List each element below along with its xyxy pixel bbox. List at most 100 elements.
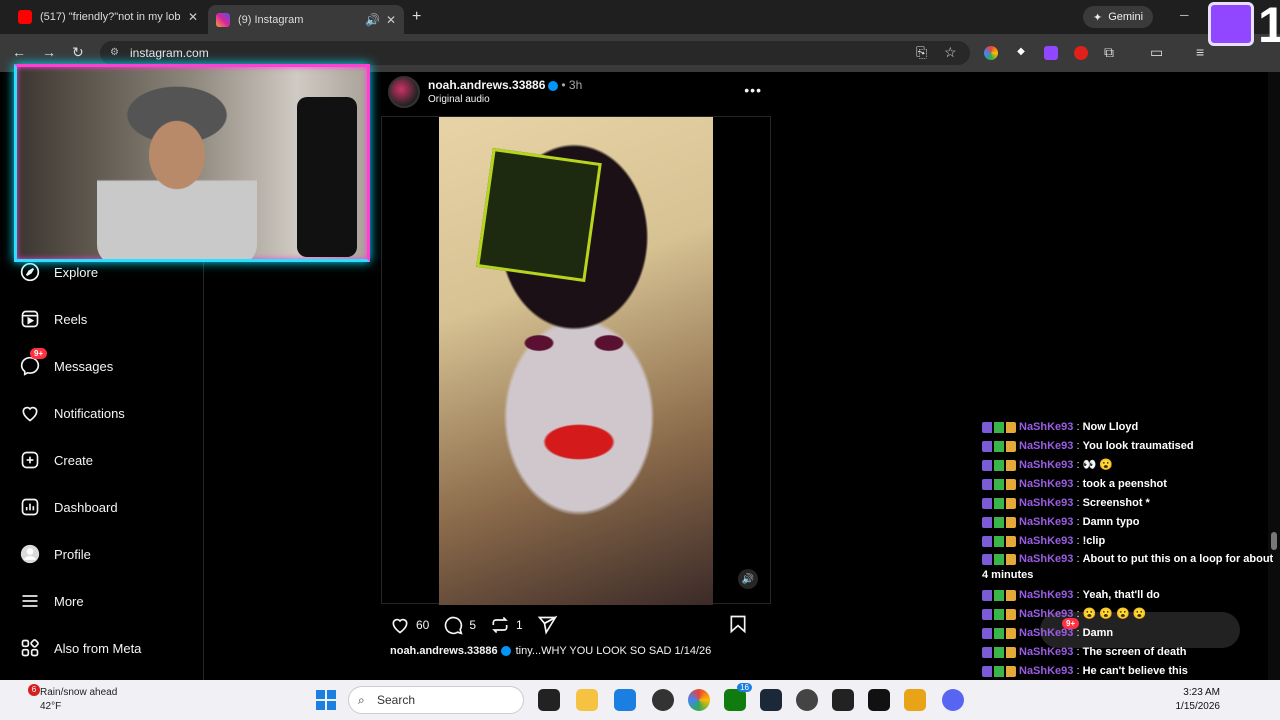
close-tab-icon[interactable]: ✕ bbox=[386, 13, 396, 27]
task-view-icon[interactable] bbox=[538, 689, 560, 711]
dashboard-icon bbox=[20, 497, 40, 517]
sidebar-item-more[interactable]: More bbox=[20, 591, 84, 611]
chat-username[interactable]: NaShKe93 bbox=[1019, 459, 1073, 471]
chat-message: NaShKe93 : 👀 😮 bbox=[982, 456, 1274, 475]
meta-apps-icon bbox=[20, 638, 40, 658]
close-tab-icon[interactable]: ✕ bbox=[188, 10, 198, 24]
repost-icon bbox=[492, 616, 508, 634]
gemini-button[interactable]: ✦ Gemini bbox=[1083, 6, 1154, 28]
tab-instagram[interactable]: (9) Instagram 🔊 ✕ bbox=[208, 5, 404, 34]
sidebar-item-explore[interactable]: Explore bbox=[20, 262, 98, 282]
twitch-extension-icon[interactable] bbox=[1044, 46, 1058, 60]
sidebar-item-label: Reels bbox=[54, 311, 88, 327]
extension-icon[interactable] bbox=[984, 46, 998, 60]
speaker-icon[interactable]: 🔊 bbox=[365, 13, 380, 27]
file-explorer-icon[interactable] bbox=[576, 689, 598, 711]
chat-username[interactable]: NaShKe93 bbox=[1019, 589, 1073, 601]
site-info-icon[interactable]: ⚙ bbox=[110, 47, 119, 58]
chat-username[interactable]: NaShKe93 bbox=[1019, 553, 1073, 565]
chat-username[interactable]: NaShKe93 bbox=[1019, 646, 1073, 658]
more-options-icon[interactable]: ••• bbox=[744, 82, 762, 98]
sidebar-item-messages[interactable]: 9+ Messages bbox=[20, 348, 113, 376]
install-app-icon[interactable]: ⎘ bbox=[916, 44, 927, 61]
chat-username[interactable]: NaShKe93 bbox=[1019, 497, 1073, 509]
sidebar-item-create[interactable]: Create bbox=[20, 450, 93, 470]
send-icon bbox=[537, 615, 557, 635]
sidebar-item-dashboard[interactable]: Dashboard bbox=[20, 497, 118, 517]
like-button[interactable]: 60 bbox=[390, 615, 429, 635]
windows-start-icon[interactable] bbox=[316, 690, 336, 710]
caption-username[interactable]: noah.andrews.33886 bbox=[390, 645, 498, 657]
comment-icon bbox=[445, 616, 463, 635]
sidebar-item-also-from-meta[interactable]: Also from Meta bbox=[20, 638, 141, 658]
chat-message: NaShKe93 : !clip bbox=[982, 532, 1274, 551]
forward-icon[interactable]: → bbox=[42, 44, 56, 60]
chat-text: 👀 😮 bbox=[1082, 459, 1114, 471]
plus-square-icon bbox=[20, 450, 40, 470]
tab-youtube[interactable]: (517) "friendly?"not in my lobby ✕ bbox=[10, 5, 206, 29]
chat-username[interactable]: NaShKe93 bbox=[1019, 516, 1073, 528]
caption-text: tiny...WHY YOU LOOK SO SAD 1/14/26 bbox=[515, 645, 712, 657]
minimize-icon[interactable]: ─ bbox=[1180, 8, 1189, 22]
comment-button[interactable]: 5 bbox=[443, 615, 476, 635]
puzzle-icon[interactable]: ⧉ bbox=[1104, 44, 1114, 61]
twitch-logo-icon bbox=[1208, 2, 1254, 46]
chrome-icon[interactable] bbox=[688, 689, 710, 711]
rockstar-icon[interactable] bbox=[904, 689, 926, 711]
sidebar-icon[interactable]: ▭ bbox=[1150, 44, 1163, 61]
store-icon[interactable] bbox=[614, 689, 636, 711]
audio-toggle-icon[interactable]: 🔊 bbox=[738, 569, 758, 589]
bookmark-star-icon[interactable]: ☆ bbox=[944, 44, 957, 61]
chat-username[interactable]: NaShKe93 bbox=[1019, 608, 1073, 620]
steam-icon[interactable] bbox=[760, 689, 782, 711]
chat-text: Now Lloyd bbox=[1082, 421, 1139, 433]
chat-username[interactable]: NaShKe93 bbox=[1019, 421, 1073, 433]
bookmark-icon bbox=[730, 615, 746, 634]
chat-message: NaShKe93 : 😮 😮 😮 😮 bbox=[982, 605, 1274, 624]
chat-username[interactable]: NaShKe93 bbox=[1019, 665, 1073, 677]
system-clock[interactable]: 3:23 AM 1/15/2026 bbox=[1176, 686, 1221, 714]
reading-list-icon[interactable]: ≡ bbox=[1196, 44, 1204, 60]
repost-button[interactable]: 1 bbox=[490, 615, 523, 635]
chat-username[interactable]: NaShKe93 bbox=[1019, 627, 1073, 639]
new-tab-button[interactable]: + bbox=[412, 8, 421, 26]
sidebar-item-profile[interactable]: Profile bbox=[20, 544, 91, 564]
extension-icon[interactable] bbox=[1074, 46, 1088, 60]
epic-games-icon[interactable] bbox=[868, 689, 890, 711]
xbox-icon[interactable]: 16 bbox=[724, 683, 752, 711]
chat-text: Damn bbox=[1082, 627, 1114, 639]
ubisoft-icon[interactable] bbox=[796, 689, 818, 711]
back-icon[interactable]: ← bbox=[12, 44, 26, 60]
extension-icon[interactable]: ◆ bbox=[1014, 46, 1028, 60]
chat-username[interactable]: NaShKe93 bbox=[1019, 478, 1073, 490]
gemini-label: Gemini bbox=[1108, 11, 1144, 23]
chat-badges-icon bbox=[982, 553, 1016, 565]
sidebar-item-notifications[interactable]: Notifications bbox=[20, 403, 125, 423]
post-author-avatar[interactable] bbox=[388, 76, 420, 108]
weather-widget[interactable]: 6 Rain/snow ahead 42°F bbox=[14, 684, 117, 714]
chat-text: He can't believe this bbox=[1082, 665, 1188, 677]
discord-icon[interactable] bbox=[942, 689, 964, 711]
chat-text: Damn typo bbox=[1082, 516, 1140, 528]
reload-icon[interactable]: ↻ bbox=[72, 44, 84, 61]
7zip-icon[interactable] bbox=[832, 689, 854, 711]
chat-badges-icon bbox=[982, 627, 1016, 639]
post-header: noah.andrews.33886 • 3h Original audio ••… bbox=[388, 76, 772, 112]
post-author[interactable]: noah.andrews.33886 • 3h bbox=[428, 78, 582, 92]
save-button[interactable] bbox=[728, 614, 748, 634]
post-audio[interactable]: Original audio bbox=[428, 94, 490, 105]
repost-count: 1 bbox=[516, 618, 523, 632]
post-media[interactable]: 🔊 bbox=[381, 116, 771, 605]
gaming-chair bbox=[297, 97, 357, 257]
share-button[interactable] bbox=[537, 615, 557, 635]
taskbar-search[interactable]: ⌕ Search bbox=[348, 686, 524, 714]
reel-video[interactable] bbox=[439, 117, 713, 605]
post-username[interactable]: noah.andrews.33886 bbox=[428, 78, 545, 92]
chat-username[interactable]: NaShKe93 bbox=[1019, 440, 1073, 452]
stream-chat: NaShKe93 : Now Lloyd NaShKe93 : You look … bbox=[982, 418, 1274, 719]
like-count: 60 bbox=[416, 618, 430, 632]
address-bar[interactable]: ⚙ instagram.com bbox=[100, 41, 970, 65]
chat-username[interactable]: NaShKe93 bbox=[1019, 535, 1073, 547]
app-icon[interactable] bbox=[652, 689, 674, 711]
sidebar-item-reels[interactable]: Reels bbox=[20, 309, 87, 329]
